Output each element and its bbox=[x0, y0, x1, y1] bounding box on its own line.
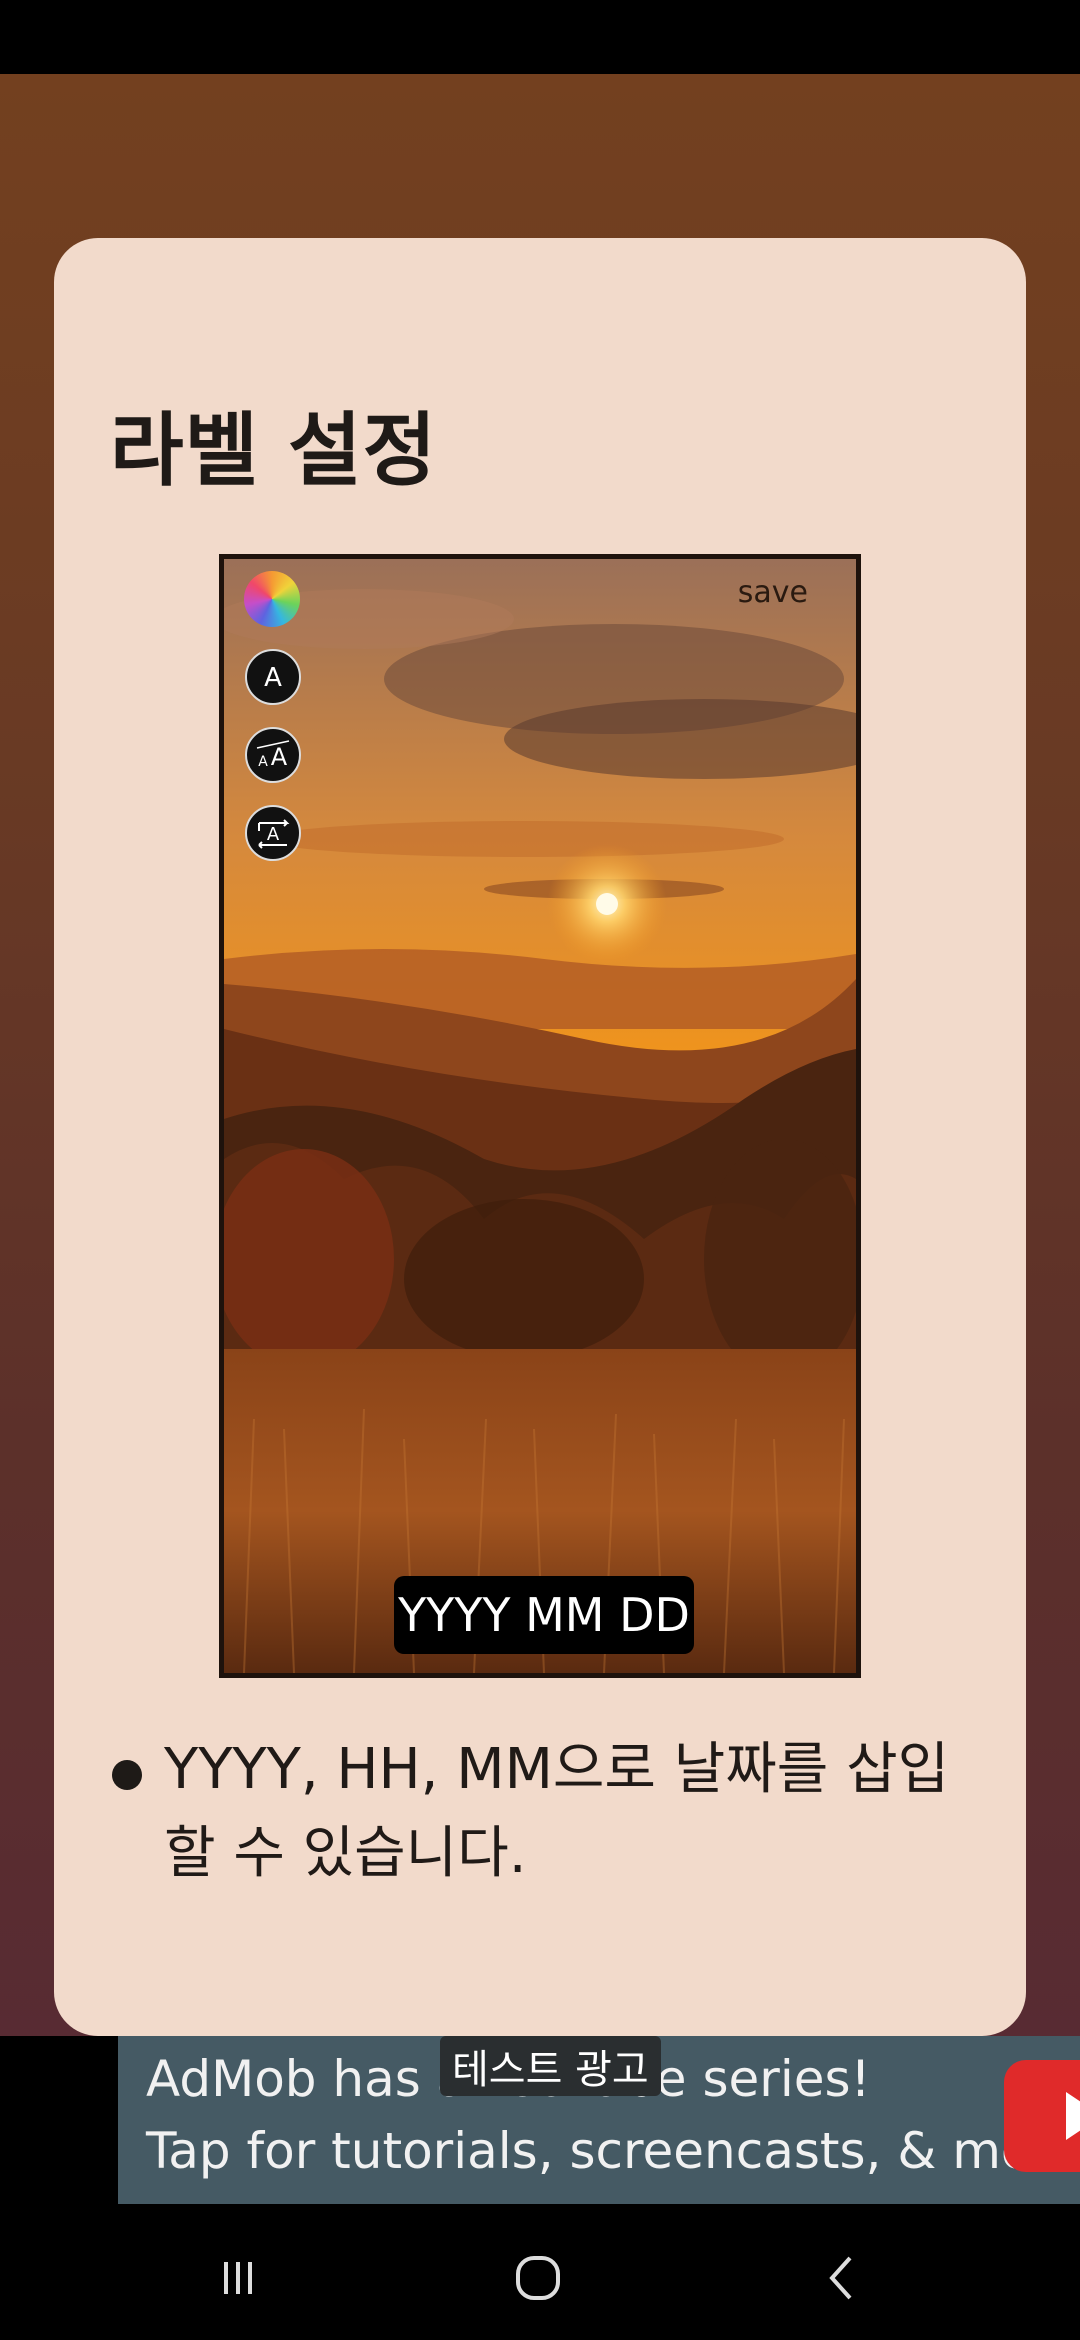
save-button[interactable]: save bbox=[738, 575, 808, 610]
test-ad-badge: 테스트 광고 bbox=[440, 2036, 661, 2096]
page-title: 라벨 설정 bbox=[110, 404, 438, 497]
youtube-play-icon[interactable] bbox=[1004, 2060, 1080, 2172]
svg-text:A: A bbox=[267, 824, 280, 845]
label-preview: A A A A save YYYY MM DD bbox=[219, 554, 861, 1678]
recent-apps-icon[interactable] bbox=[208, 2248, 268, 2308]
back-icon[interactable] bbox=[812, 2248, 872, 2308]
font-size-icon[interactable]: A A bbox=[245, 727, 301, 783]
font-icon[interactable]: A bbox=[245, 649, 301, 705]
bullet-dot bbox=[112, 1760, 142, 1790]
sunset-landscape-image bbox=[224, 559, 856, 1673]
date-label[interactable]: YYYY MM DD bbox=[394, 1576, 694, 1654]
color-palette-icon[interactable] bbox=[244, 571, 300, 627]
description-text: YYYY, HH, MM으로 날짜를 삽입할 수 있습니다. bbox=[164, 1737, 950, 1886]
text-rotate-icon[interactable]: A bbox=[245, 805, 301, 861]
svg-text:A: A bbox=[271, 743, 288, 771]
home-icon[interactable] bbox=[508, 2248, 568, 2308]
status-bar bbox=[0, 0, 1080, 74]
svg-text:A: A bbox=[264, 663, 282, 693]
svg-text:A: A bbox=[258, 754, 268, 770]
ad-line-2: Tap for tutorials, screencasts, & more. bbox=[146, 2122, 1080, 2180]
navigation-bar bbox=[0, 2204, 1080, 2340]
ad-banner[interactable]: AdMob has a YouTube series! Tap for tuto… bbox=[0, 2036, 1080, 2204]
